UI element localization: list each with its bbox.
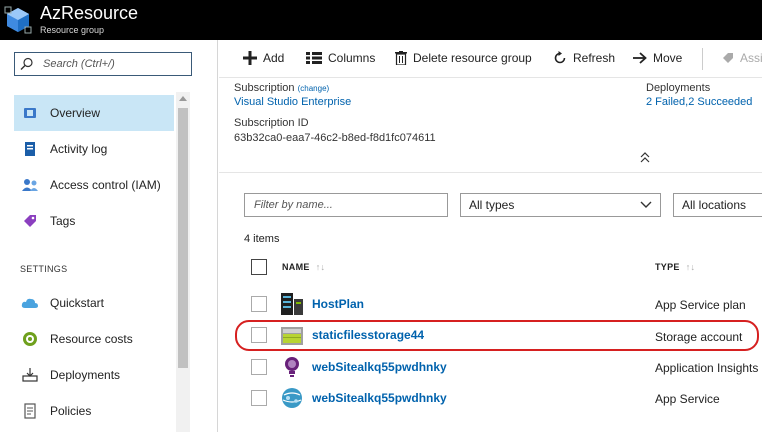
page-title: AzResource [40, 3, 139, 23]
refresh-label: Refresh [573, 51, 616, 65]
deployments-label: Deployments [646, 82, 711, 94]
move-button[interactable]: Move [633, 51, 682, 65]
sidebar-item-deployments[interactable]: Deployments [14, 357, 174, 393]
locations-dropdown[interactable]: All locations [673, 193, 762, 217]
column-header-name-label: NAME [282, 262, 310, 272]
resource-type: App Service plan [655, 298, 746, 312]
columns-label: Columns [328, 51, 376, 65]
sidebar-item-resource-costs[interactable]: Resource costs [14, 321, 174, 357]
add-label: Add [263, 51, 285, 65]
application-insights-icon [285, 357, 299, 377]
scroll-up-arrow-icon[interactable] [179, 96, 187, 101]
sidebar-item-label: Tags [50, 214, 76, 228]
move-label: Move [653, 51, 683, 65]
deployments-icon [20, 365, 40, 385]
delete-resource-group-button[interactable]: Delete resource group [395, 51, 532, 65]
collapse-chevron-icon[interactable] [640, 152, 650, 164]
resource-type: App Service [655, 392, 720, 406]
types-dropdown[interactable]: All types [460, 193, 661, 217]
items-count: 4 items [244, 233, 280, 245]
columns-button[interactable]: Columns [306, 51, 375, 65]
app-service-globe-icon [282, 388, 302, 408]
essentials-panel: Subscription (change) Visual Studio Ente… [219, 78, 762, 173]
subscription-link[interactable]: Visual Studio Enterprise [234, 96, 351, 108]
change-subscription-link[interactable]: (change) [298, 84, 330, 93]
column-header-type-label: TYPE [655, 262, 680, 272]
iam-icon [20, 175, 40, 195]
resource-link[interactable]: webSitealkq55pwdhnky [312, 391, 447, 405]
sidebar-scrollbar[interactable] [176, 92, 190, 432]
subscription-label-text: Subscription [234, 82, 295, 94]
resource-group-cube-icon [4, 6, 32, 34]
subscription-label: Subscription (change) [234, 82, 329, 94]
trash-icon [395, 51, 407, 65]
sort-icon: ↑↓ [685, 262, 696, 272]
chevron-down-icon [640, 201, 652, 208]
sidebar-item-activity-log[interactable]: Activity log [14, 131, 174, 167]
refresh-button[interactable]: Refresh [553, 51, 615, 65]
tag-icon [723, 53, 733, 63]
search-icon [20, 57, 33, 70]
resource-link[interactable]: HostPlan [312, 297, 364, 311]
sidebar-item-label: Overview [50, 106, 101, 120]
types-selected: All types [469, 198, 515, 212]
sort-icon: ↑↓ [315, 262, 326, 272]
sidebar-item-label: Deployments [50, 368, 121, 382]
resource-link[interactable]: webSitealkq55pwdhnky [312, 360, 447, 374]
arrow-right-icon [633, 52, 647, 64]
highlight-annotation [235, 320, 759, 351]
row-checkbox[interactable] [251, 359, 267, 375]
app-service-plan-icon [281, 293, 303, 315]
refresh-icon [554, 51, 566, 64]
sidebar-item-label: Activity log [50, 142, 108, 156]
sidebar-item-tags[interactable]: Tags [14, 203, 174, 239]
delete-label: Delete resource group [413, 51, 532, 65]
sidebar-item-iam[interactable]: Access control (IAM) [14, 167, 174, 203]
columns-icon [306, 52, 322, 64]
command-bar: Add Columns Delete resource group Refres… [219, 40, 762, 78]
quickstart-cloud-icon [20, 293, 40, 313]
subscription-id-value: 63b32ca0-eaa7-46c2-b8ed-f8d1fc074611 [234, 132, 436, 144]
sidebar-item-label: Access control (IAM) [50, 178, 161, 192]
toolbar-separator [702, 48, 703, 70]
search-box[interactable] [14, 52, 192, 76]
row-checkbox[interactable] [251, 390, 267, 406]
sidebar-item-quickstart[interactable]: Quickstart [14, 285, 174, 321]
tag-icon [20, 211, 40, 231]
filter-by-name-box[interactable] [244, 193, 448, 217]
subscription-id-label: Subscription ID [234, 117, 309, 129]
search-input[interactable] [43, 56, 188, 72]
app-header: AzResource Resource group [0, 0, 762, 40]
sidebar-item-overview[interactable]: Overview [14, 95, 174, 131]
activity-log-icon [20, 139, 40, 159]
sidebar-item-label: Resource costs [50, 332, 133, 346]
resource-type: Application Insights [655, 361, 759, 375]
resource-costs-icon [20, 329, 40, 349]
row-checkbox[interactable] [251, 296, 267, 312]
policies-icon [20, 401, 40, 421]
add-button[interactable]: Add [243, 51, 284, 65]
sidebar-item-policies[interactable]: Policies [14, 393, 174, 429]
overview-icon [20, 103, 40, 123]
column-header-type[interactable]: TYPE ↑↓ [655, 262, 695, 272]
locations-selected: All locations [682, 198, 747, 212]
column-header-name[interactable]: NAME ↑↓ [282, 262, 325, 272]
sidebar: Overview Activity log Access control (IA… [0, 40, 218, 432]
plus-icon [243, 51, 257, 65]
section-heading-settings: SETTINGS [20, 264, 68, 274]
filter-by-name-input[interactable] [245, 194, 447, 216]
sidebar-item-label: Policies [50, 404, 92, 418]
page-subtitle: Resource group [40, 25, 105, 35]
scroll-thumb[interactable] [178, 108, 188, 368]
select-all-checkbox[interactable] [251, 259, 267, 275]
assign-tags-button[interactable]: Assi [722, 51, 762, 65]
sidebar-item-label: Quickstart [50, 296, 105, 310]
assign-label: Assi [740, 51, 762, 65]
deployments-link[interactable]: 2 Failed,2 Succeeded [646, 96, 752, 108]
